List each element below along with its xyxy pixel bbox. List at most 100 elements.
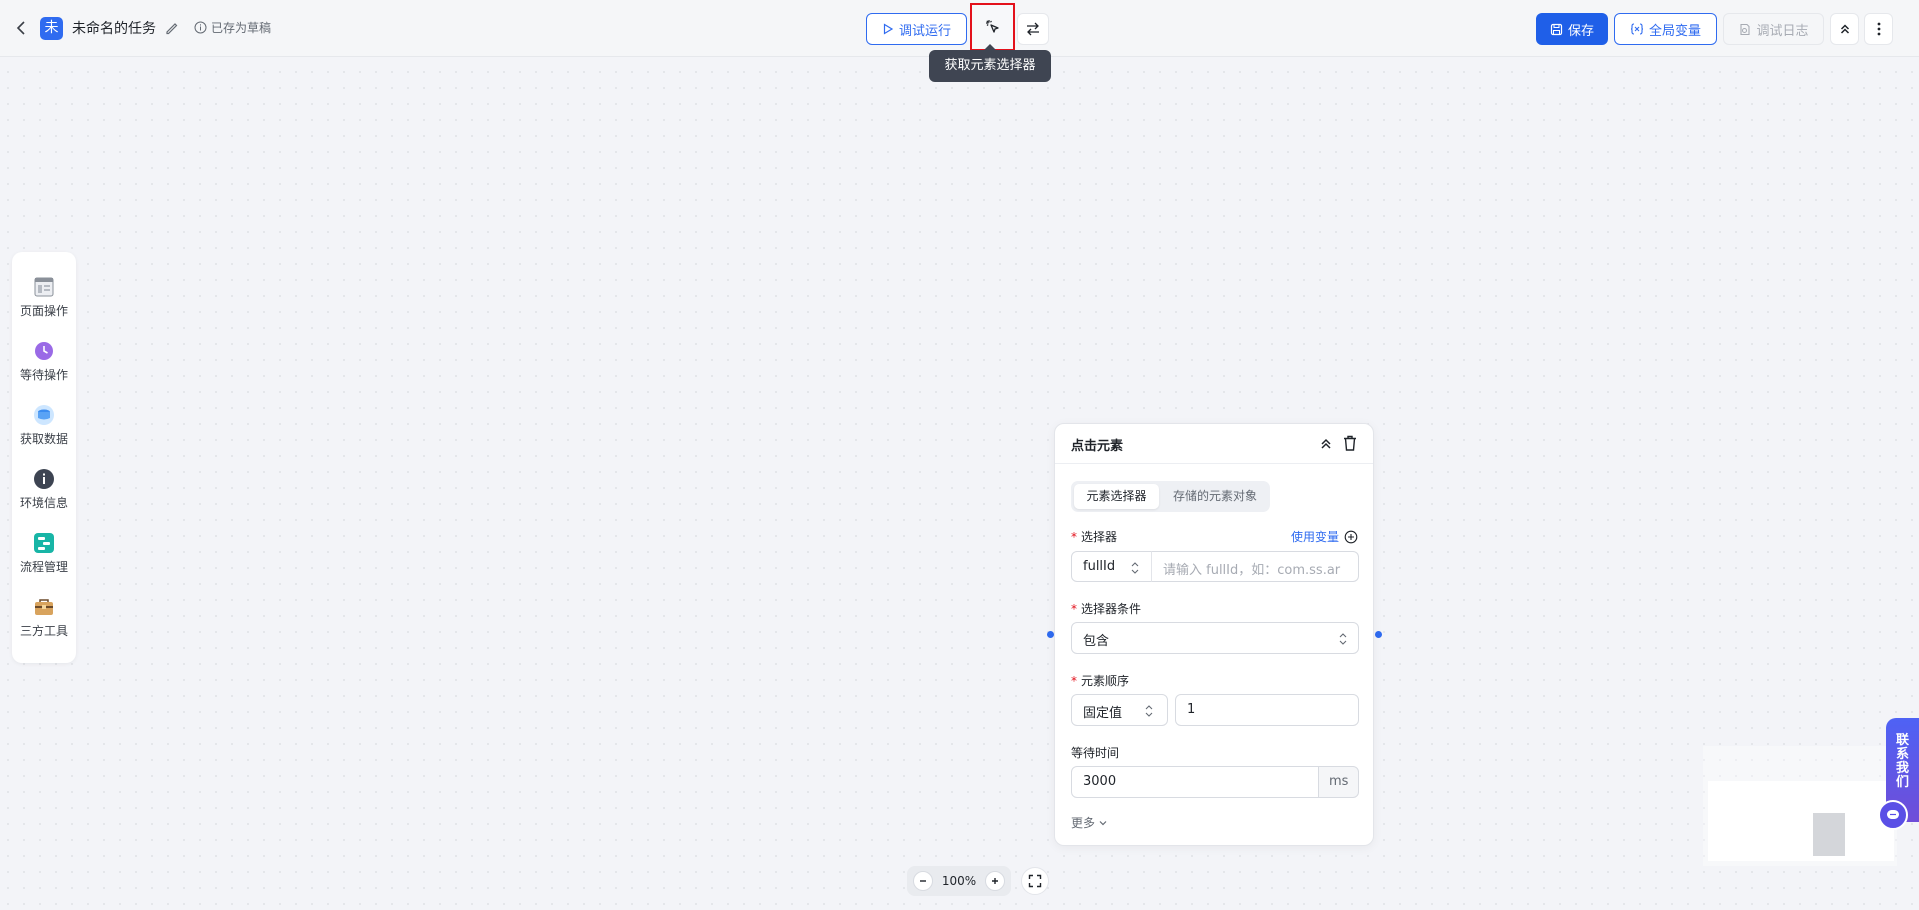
node-input-port[interactable] [1047,631,1054,638]
order-label-text: 元素顺序 [1081,674,1130,688]
required-mark: * [1071,530,1077,544]
selector-type-select[interactable]: fullId [1071,551,1152,582]
required-mark: * [1071,674,1077,688]
condition-value: 包含 [1083,634,1110,649]
trash-icon[interactable] [1341,434,1359,452]
plus-circle-icon [1344,530,1358,543]
order-value: 1 [1187,702,1196,717]
toolbox-item-label: 获取数据 [19,432,68,446]
toolbox-item-page-ops[interactable]: 页面操作 [12,272,76,328]
condition-label: * 选择器条件 [1071,600,1141,617]
fullscreen-icon [1028,874,1042,888]
node-header: 点击元素 [1055,424,1373,464]
top-header: 未 未命名的任务 已存为草稿 调试运行 获取元素选择器 保存 全局变量 调试日志 [0,0,1919,82]
required-mark: * [1071,602,1077,616]
zoom-in-button[interactable] [985,871,1005,891]
double-chevron-up-icon[interactable] [1317,435,1335,453]
more-vertical-icon [1877,22,1880,36]
wait-time-input[interactable]: 3000 [1071,766,1319,798]
task-title: 未命名的任务 [72,21,156,37]
global-variables-label: 全局变量 [1648,23,1701,39]
double-chevron-up-icon [1840,24,1849,34]
selector-label-text: 选择器 [1081,530,1118,544]
minimap-viewport [1708,781,1894,861]
debug-run-label: 调试运行 [898,23,951,39]
debug-run-button[interactable]: 调试运行 [866,13,967,45]
cursor-sparkle-icon [985,20,999,33]
selector-input[interactable]: 请输入 fullId，如：com.ss.ar [1151,551,1359,582]
node-title: 点击元素 [1071,439,1124,454]
use-variable-link[interactable]: 使用变量 [1291,528,1358,545]
toolbox-item-third-party[interactable]: 三方工具 [12,592,76,648]
order-type-value: 固定值 [1083,706,1123,721]
info-icon [34,469,54,489]
swap-button[interactable] [1017,13,1049,45]
toolbox-icon [35,599,53,615]
toolbox-item-label: 页面操作 [19,304,68,318]
selector-mode-tabs: 元素选择器 存储的元素对象 [1071,481,1270,512]
selector-label: * 选择器 [1071,528,1117,545]
condition-select[interactable]: 包含 [1071,622,1359,654]
info-circle-icon [194,21,207,34]
minimap[interactable] [1703,746,1897,866]
save-button[interactable]: 保存 [1536,13,1608,45]
zoom-controls: 100% [907,866,1011,896]
tab-stored-element[interactable]: 存储的元素对象 [1163,484,1267,509]
database-icon [34,405,54,425]
node-toolbox: 页面操作 等待操作 获取数据 环境信息 流程管理 三方工具 [12,252,76,663]
contact-us-label: 联系我们 [1895,733,1909,790]
use-variable-label: 使用变量 [1291,530,1340,544]
chevron-down-icon [1099,820,1107,825]
back-arrow-icon[interactable] [14,18,30,38]
toolbox-item-label: 三方工具 [19,624,68,638]
chat-bubble-icon [1887,810,1899,819]
more-menu-button[interactable] [1864,13,1893,45]
save-disk-icon [1550,23,1563,35]
toolbox-item-env-info[interactable]: 环境信息 [12,464,76,520]
wait-time-label: 等待时间 [1071,746,1120,760]
toolbox-item-get-data[interactable]: 获取数据 [12,400,76,456]
toolbox-item-label: 流程管理 [19,560,68,574]
variable-braces-icon [1630,23,1644,35]
toolbox-item-label: 环境信息 [19,496,68,510]
order-value-input[interactable]: 1 [1175,694,1359,726]
fit-view-button[interactable] [1021,867,1049,895]
plus-icon [992,878,998,884]
more-label: 更多 [1071,816,1096,830]
picker-tooltip: 获取元素选择器 [929,44,1051,82]
tab-element-selector[interactable]: 元素选择器 [1074,484,1159,509]
updown-chevron-icon [1339,633,1347,645]
toolbox-item-wait-ops[interactable]: 等待操作 [12,336,76,392]
collapse-header-button[interactable] [1830,13,1859,45]
selector-type-value: fullId [1083,559,1116,574]
debug-log-label: 调试日志 [1756,23,1809,39]
chat-button[interactable] [1878,800,1908,830]
order-label: * 元素顺序 [1071,672,1129,689]
toolbox-item-flow-mgmt[interactable]: 流程管理 [12,528,76,584]
click-element-node[interactable]: 点击元素 元素选择器 存储的元素对象 * 选择器 使用变量 fullId 请输入 … [1054,423,1374,846]
page-icon [34,277,54,297]
more-options-toggle[interactable]: 更多 [1071,814,1108,831]
log-doc-icon [1740,23,1751,35]
minus-icon [920,880,926,882]
play-icon [883,23,894,35]
debug-log-button[interactable]: 调试日志 [1723,13,1824,45]
wait-time-unit: ms [1318,766,1359,798]
condition-label-text: 选择器条件 [1081,602,1142,616]
minimap-node [1813,813,1845,856]
node-output-port[interactable] [1375,631,1382,638]
updown-chevron-icon [1131,562,1139,574]
selector-placeholder: 请输入 fullId，如：com.ss.ar [1163,563,1341,578]
swap-arrows-icon [1027,22,1039,36]
zoom-out-button[interactable] [913,871,933,891]
clock-icon [35,342,53,360]
zoom-level: 100% [941,874,977,888]
save-label: 保存 [1567,23,1594,39]
wait-time-value: 3000 [1083,774,1117,789]
draft-status-text: 已存为草稿 [211,21,272,35]
flow-icon [34,533,54,553]
global-variables-button[interactable]: 全局变量 [1614,13,1717,45]
task-avatar: 未 [40,17,63,40]
edit-pencil-icon[interactable] [164,20,180,36]
order-type-select[interactable]: 固定值 [1071,694,1168,726]
